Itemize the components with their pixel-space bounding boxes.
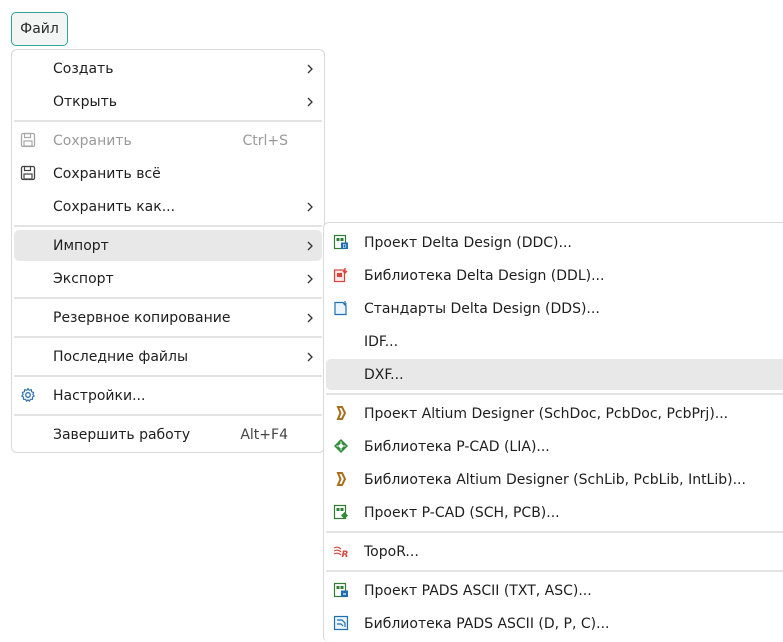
import-item-ddc[interactable]: D Проект Delta Design (DDC)... bbox=[326, 227, 783, 258]
pads-project-icon bbox=[333, 582, 348, 598]
delta-project-icon: D bbox=[333, 234, 348, 250]
menu-separator bbox=[14, 336, 322, 338]
menu-item-create[interactable]: Создать bbox=[14, 53, 322, 84]
svg-text:R: R bbox=[342, 550, 349, 559]
menu-item-label: DXF... bbox=[364, 366, 404, 383]
file-menu-button[interactable]: Файл bbox=[11, 12, 68, 46]
chevron-right-icon bbox=[307, 274, 313, 283]
menu-separator bbox=[326, 570, 783, 572]
delta-standards-icon bbox=[334, 301, 347, 316]
pcad-project-icon bbox=[333, 504, 348, 520]
menu-item-save[interactable]: Сохранить Ctrl+S bbox=[14, 125, 322, 156]
import-item-pcad-lib[interactable]: Библиотека P-CAD (LIA)... bbox=[326, 431, 783, 462]
menu-item-label: Сохранить как... bbox=[53, 198, 176, 215]
menu-item-open[interactable]: Открыть bbox=[14, 86, 322, 117]
chevron-right-icon bbox=[307, 202, 313, 211]
menu-item-settings[interactable]: Настройки... bbox=[14, 380, 322, 411]
menu-item-save-as[interactable]: Сохранить как... bbox=[14, 191, 322, 222]
menu-item-save-all[interactable]: Сохранить всё bbox=[14, 158, 322, 189]
svg-text:D: D bbox=[343, 244, 347, 250]
menu-item-backup[interactable]: Резервное копирование bbox=[14, 302, 322, 333]
menu-separator bbox=[326, 531, 783, 533]
menu-item-recent[interactable]: Последние файлы bbox=[14, 341, 322, 372]
shortcut-label: Alt+F4 bbox=[240, 426, 288, 443]
menu-item-label: Сохранить всё bbox=[53, 165, 161, 182]
menu-item-import[interactable]: Импорт bbox=[14, 230, 322, 261]
import-item-pads-lib[interactable]: Библиотека PADS ASCII (D, P, C)... bbox=[326, 608, 783, 639]
import-item-pads-project[interactable]: Проект PADS ASCII (TXT, ASC)... bbox=[326, 575, 783, 606]
menu-item-label: Библиотека Altium Designer (SchLib, PcbL… bbox=[364, 471, 746, 488]
menu-separator bbox=[326, 393, 783, 395]
import-submenu: D Проект Delta Design (DDC)... Библиотек… bbox=[323, 222, 783, 642]
import-item-pcad-project[interactable]: Проект P-CAD (SCH, PCB)... bbox=[326, 497, 783, 528]
menu-item-label: IDF... bbox=[364, 333, 399, 350]
menu-item-label: Сохранить bbox=[53, 132, 132, 149]
import-item-ddl[interactable]: Библиотека Delta Design (DDL)... bbox=[326, 260, 783, 291]
menu-item-label: Импорт bbox=[53, 237, 109, 254]
chevron-right-icon bbox=[307, 352, 313, 361]
menu-item-label: Резервное копирование bbox=[53, 309, 231, 326]
import-item-idf[interactable]: IDF... bbox=[326, 326, 783, 357]
menu-separator bbox=[14, 120, 322, 122]
menu-item-label: Библиотека P-CAD (LIA)... bbox=[364, 438, 550, 455]
menu-item-label: TopoR... bbox=[364, 543, 419, 560]
topor-icon: R bbox=[333, 546, 349, 559]
chevron-right-icon bbox=[307, 64, 313, 73]
floppy-disk-icon bbox=[20, 132, 36, 148]
import-item-dds[interactable]: Стандарты Delta Design (DDS)... bbox=[326, 293, 783, 324]
menu-item-label: Завершить работу bbox=[53, 426, 191, 443]
import-item-topor[interactable]: R TopoR... bbox=[326, 536, 783, 567]
menu-item-label: Настройки... bbox=[53, 387, 146, 404]
menu-item-label: Проект Delta Design (DDC)... bbox=[364, 234, 572, 251]
menu-item-export[interactable]: Экспорт bbox=[14, 263, 322, 294]
pads-library-icon bbox=[333, 615, 349, 631]
menu-item-label: Проект Altium Designer (SchDoc, PcbDoc, … bbox=[364, 405, 729, 422]
altium-icon bbox=[336, 406, 347, 420]
chevron-right-icon bbox=[307, 241, 313, 250]
menu-item-label: Открыть bbox=[53, 93, 117, 110]
menu-item-label: Последние файлы bbox=[53, 348, 188, 365]
menu-item-label: Экспорт bbox=[53, 270, 114, 287]
menu-separator bbox=[14, 414, 322, 416]
menu-separator bbox=[14, 297, 322, 299]
floppy-disk-icon bbox=[20, 165, 36, 181]
menu-item-label: Проект P-CAD (SCH, PCB)... bbox=[364, 504, 560, 521]
menu-item-label: Проект PADS ASCII (TXT, ASC)... bbox=[364, 582, 592, 599]
menu-item-label: Стандарты Delta Design (DDS)... bbox=[364, 300, 600, 317]
altium-icon bbox=[336, 472, 347, 486]
menu-item-label: Библиотека PADS ASCII (D, P, C)... bbox=[364, 615, 610, 632]
import-item-altium-project[interactable]: Проект Altium Designer (SchDoc, PcbDoc, … bbox=[326, 398, 783, 429]
menu-item-exit[interactable]: Завершить работу Alt+F4 bbox=[14, 419, 322, 450]
menu-item-label: Библиотека Delta Design (DDL)... bbox=[364, 267, 605, 284]
import-item-dxf[interactable]: DXF... bbox=[326, 359, 783, 390]
pcad-library-icon bbox=[334, 439, 348, 453]
chevron-right-icon bbox=[307, 97, 313, 106]
gear-icon bbox=[21, 387, 35, 402]
menu-item-label: Создать bbox=[53, 60, 114, 77]
shortcut-label: Ctrl+S bbox=[242, 132, 288, 149]
chevron-right-icon bbox=[307, 313, 313, 322]
menu-separator bbox=[14, 225, 322, 227]
import-item-altium-lib[interactable]: Библиотека Altium Designer (SchLib, PcbL… bbox=[326, 464, 783, 495]
menu-separator bbox=[14, 375, 322, 377]
file-menu: Создать Открыть Сохранить Ctrl+S Сохрани… bbox=[11, 49, 325, 453]
delta-library-icon bbox=[333, 268, 348, 283]
